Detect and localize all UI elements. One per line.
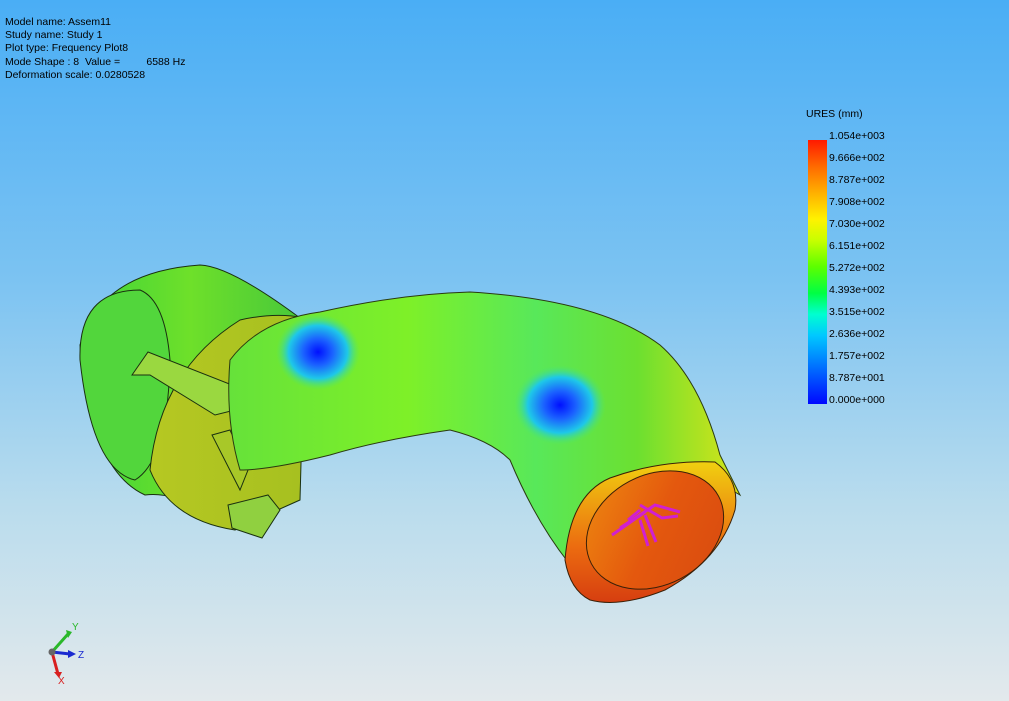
study-name-label: Study name: Study 1 bbox=[5, 29, 103, 42]
legend-tick: 8.787e+001 bbox=[829, 372, 885, 384]
legend-tick: 7.030e+002 bbox=[829, 218, 885, 230]
legend-tick: 0.000e+000 bbox=[829, 394, 885, 406]
legend-tick: 7.908e+002 bbox=[829, 196, 885, 208]
legend-tick: 1.757e+002 bbox=[829, 350, 885, 362]
legend-tick: 8.787e+002 bbox=[829, 174, 885, 186]
plot-type-label: Plot type: Frequency Plot8 bbox=[5, 42, 129, 55]
legend-tick: 2.636e+002 bbox=[829, 328, 885, 340]
displacement-minimum-spot bbox=[514, 365, 606, 445]
color-scale-bar[interactable] bbox=[808, 140, 827, 404]
legend-title: URES (mm) bbox=[806, 108, 863, 120]
legend-tick: 9.666e+002 bbox=[829, 152, 885, 164]
displacement-minimum-spot bbox=[276, 314, 360, 390]
mode-shape-label: Mode Shape : 8 Value = 6588 Hz bbox=[5, 55, 186, 68]
legend-tick: 6.151e+002 bbox=[829, 240, 885, 252]
model-name-label: Model name: Assem11 bbox=[5, 16, 112, 28]
axis-triad-icon[interactable]: Y Z X bbox=[40, 620, 100, 690]
legend-tick: 1.054e+003 bbox=[829, 130, 885, 142]
deformation-scale-label: Deformation scale: 0.0280528 bbox=[5, 68, 146, 81]
y-axis-label: Y bbox=[72, 622, 79, 633]
legend-tick: 5.272e+002 bbox=[829, 262, 885, 274]
x-axis-label: X bbox=[58, 676, 65, 687]
legend-tick: 4.393e+002 bbox=[829, 284, 885, 296]
study-info-panel: Model name: Assem11 Study name: Study 1 … bbox=[5, 16, 185, 82]
legend-tick: 3.515e+002 bbox=[829, 306, 885, 318]
z-axis-label: Z bbox=[78, 650, 84, 661]
